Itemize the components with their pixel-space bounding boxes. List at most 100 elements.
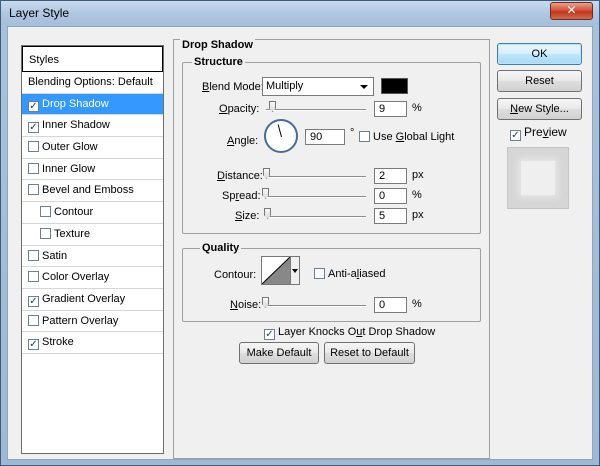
style-item-label: Drop Shadow (42, 97, 109, 110)
style-item-checkbox[interactable] (28, 314, 39, 326)
style-preview (507, 147, 569, 209)
angle-input[interactable]: 90 (305, 129, 345, 145)
style-item-label: Gradient Overlay (42, 292, 126, 305)
size-input[interactable]: 5 (374, 208, 407, 224)
knockout-box[interactable]: ✓ (264, 329, 275, 340)
drop-shadow-title: Drop Shadow (180, 39, 255, 51)
style-item-pattern-overlay[interactable]: Pattern Overlay (22, 311, 163, 333)
make-default-button[interactable]: Make Default (239, 342, 319, 364)
anti-aliased-box[interactable] (314, 268, 325, 279)
ok-button[interactable]: OK (497, 43, 582, 65)
contour-label: Contour: (214, 269, 257, 281)
style-item-label: Satin (42, 249, 68, 262)
spread-label: Spread: (222, 190, 261, 202)
styles-header[interactable]: Styles (22, 46, 163, 72)
angle-label: Angle: (227, 135, 259, 147)
use-global-light-box[interactable] (359, 131, 370, 142)
quality-title: Quality (200, 242, 242, 254)
spread-input[interactable]: 0 (374, 188, 407, 204)
style-item-label: Inner Shadow (42, 119, 110, 132)
contour-dropdown[interactable] (291, 256, 300, 285)
style-item-satin[interactable]: Satin (22, 246, 163, 268)
reset-button[interactable]: Reset (497, 70, 582, 92)
styles-list: Styles Blending Options: Default ✓ Drop S… (21, 45, 164, 454)
anti-aliased-checkbox[interactable]: Anti-aliased (314, 268, 386, 280)
distance-input[interactable]: 2 (374, 168, 407, 184)
quality-group: Quality Contour: Anti-aliased Noise: 0 % (182, 242, 481, 322)
layer-style-window: Layer Style ✕ Styles Blending Options: D… (0, 0, 600, 466)
blend-mode-value: Multiply (266, 80, 304, 92)
style-item-checkbox[interactable] (28, 271, 39, 283)
new-style-button[interactable]: New Style... (497, 98, 582, 120)
style-item-inner-shadow[interactable]: ✓ Inner Shadow (22, 115, 163, 138)
style-item-label: Pattern Overlay (42, 314, 119, 327)
contour-picker[interactable] (261, 256, 291, 285)
preview-box[interactable]: ✓ (510, 130, 521, 141)
drop-shadow-panel: Drop Shadow Structure Blend Mode: Multip… (173, 39, 490, 459)
style-item-label: Inner Glow (42, 162, 96, 175)
blending-options-item[interactable]: Blending Options: Default (22, 72, 163, 94)
opacity-slider-track[interactable] (266, 109, 366, 111)
blend-mode-label: Blend Mode: (202, 81, 264, 93)
opacity-label: Opacity: (219, 103, 260, 115)
window-title: Layer Style (9, 6, 70, 20)
close-button[interactable]: ✕ (550, 2, 593, 20)
style-item-bevel-and-emboss[interactable]: Bevel and Emboss (22, 180, 163, 203)
style-item-checkbox[interactable] (40, 227, 51, 239)
style-item-stroke[interactable]: ✓ Stroke (22, 332, 163, 354)
contour-linear-icon (261, 256, 291, 285)
size-slider-track[interactable] (266, 216, 366, 218)
style-item-inner-glow[interactable]: Inner Glow (22, 159, 163, 181)
style-item-label: Bevel and Emboss (42, 184, 134, 197)
angle-unit: ° (350, 127, 355, 139)
close-icon: ✕ (566, 3, 577, 17)
preview-checkbox[interactable]: ✓ Preview (510, 125, 567, 141)
distance-unit: px (412, 169, 424, 181)
style-item-gradient-overlay[interactable]: ✓ Gradient Overlay (22, 289, 163, 311)
style-preview-swatch (521, 161, 555, 195)
blend-mode-select[interactable]: Multiply (262, 77, 374, 96)
style-item-contour[interactable]: Contour (22, 202, 163, 224)
size-label: Size: (235, 210, 260, 222)
style-item-checkbox[interactable] (28, 141, 39, 153)
style-item-checkbox[interactable] (28, 184, 39, 196)
style-item-label: Stroke (42, 336, 74, 349)
chevron-down-icon (360, 85, 368, 89)
style-item-label: Outer Glow (42, 141, 98, 154)
style-item-label: Texture (54, 227, 91, 240)
knockout-checkbox[interactable]: ✓ Layer Knocks Out Drop Shadow (264, 326, 435, 340)
angle-dial-hand (277, 124, 282, 138)
noise-input[interactable]: 0 (374, 297, 407, 313)
distance-slider-track[interactable] (266, 176, 366, 178)
style-item-checkbox[interactable]: ✓ (28, 339, 39, 351)
chevron-down-icon (292, 269, 298, 273)
style-items: ✓ Drop Shadow ✓ Inner Shadow Outer Glow Inner… (22, 93, 163, 354)
noise-slider-track[interactable] (266, 305, 366, 307)
spread-slider-track[interactable] (266, 196, 366, 198)
style-item-label: Color Overlay (42, 271, 110, 284)
spread-unit: % (412, 189, 422, 201)
style-item-checkbox[interactable]: ✓ (28, 122, 39, 134)
reset-to-default-button[interactable]: Reset to Default (324, 342, 415, 364)
style-item-drop-shadow[interactable]: ✓ Drop Shadow (22, 93, 163, 116)
style-item-checkbox[interactable] (28, 162, 39, 174)
style-item-checkbox[interactable] (40, 206, 51, 218)
angle-dial[interactable] (264, 119, 298, 153)
style-item-checkbox[interactable]: ✓ (28, 295, 39, 307)
structure-title: Structure (192, 56, 245, 68)
style-item-color-overlay[interactable]: Color Overlay (22, 267, 163, 289)
style-item-label: Contour (54, 206, 94, 219)
noise-label: Noise: (230, 299, 262, 311)
shadow-color-swatch[interactable] (381, 78, 408, 94)
style-item-outer-glow[interactable]: Outer Glow (22, 137, 163, 159)
opacity-unit: % (412, 102, 422, 114)
opacity-input[interactable]: 9 (374, 101, 407, 117)
style-item-checkbox[interactable] (28, 249, 39, 261)
style-item-texture[interactable]: Texture (22, 224, 163, 246)
size-unit: px (412, 209, 424, 221)
style-item-checkbox[interactable]: ✓ (28, 100, 39, 112)
distance-label: Distance: (217, 170, 263, 182)
noise-unit: % (412, 298, 422, 310)
title-bar[interactable]: Layer Style ✕ (1, 1, 599, 25)
use-global-light-checkbox[interactable]: Use Global Light (359, 131, 454, 143)
